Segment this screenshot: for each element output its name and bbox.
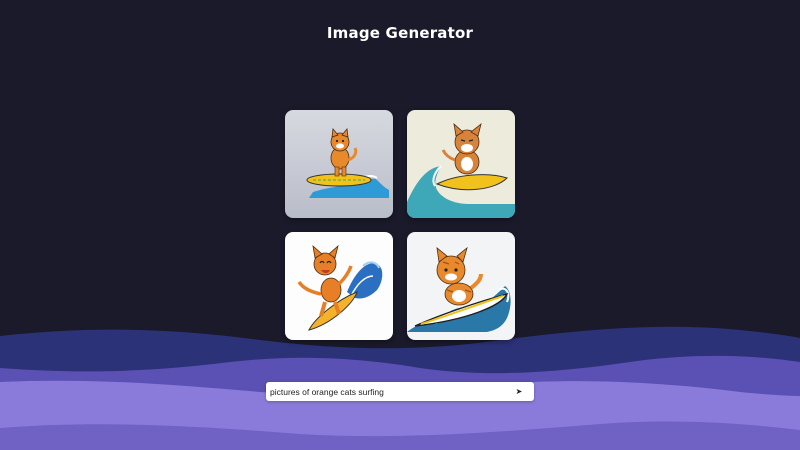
generated-image-1[interactable] [285, 110, 393, 218]
app-root: Image Generator pictures of orange cats … [0, 0, 800, 450]
generated-image-4[interactable] [407, 232, 515, 340]
prompt-input[interactable] [266, 382, 504, 401]
image-gallery [285, 110, 515, 340]
send-button[interactable]: ➤ [504, 382, 534, 401]
prompt-bar: ➤ [266, 382, 534, 401]
generated-image-3[interactable] [285, 232, 393, 340]
generated-image-2[interactable] [407, 110, 515, 218]
page-title: Image Generator [326, 24, 474, 42]
